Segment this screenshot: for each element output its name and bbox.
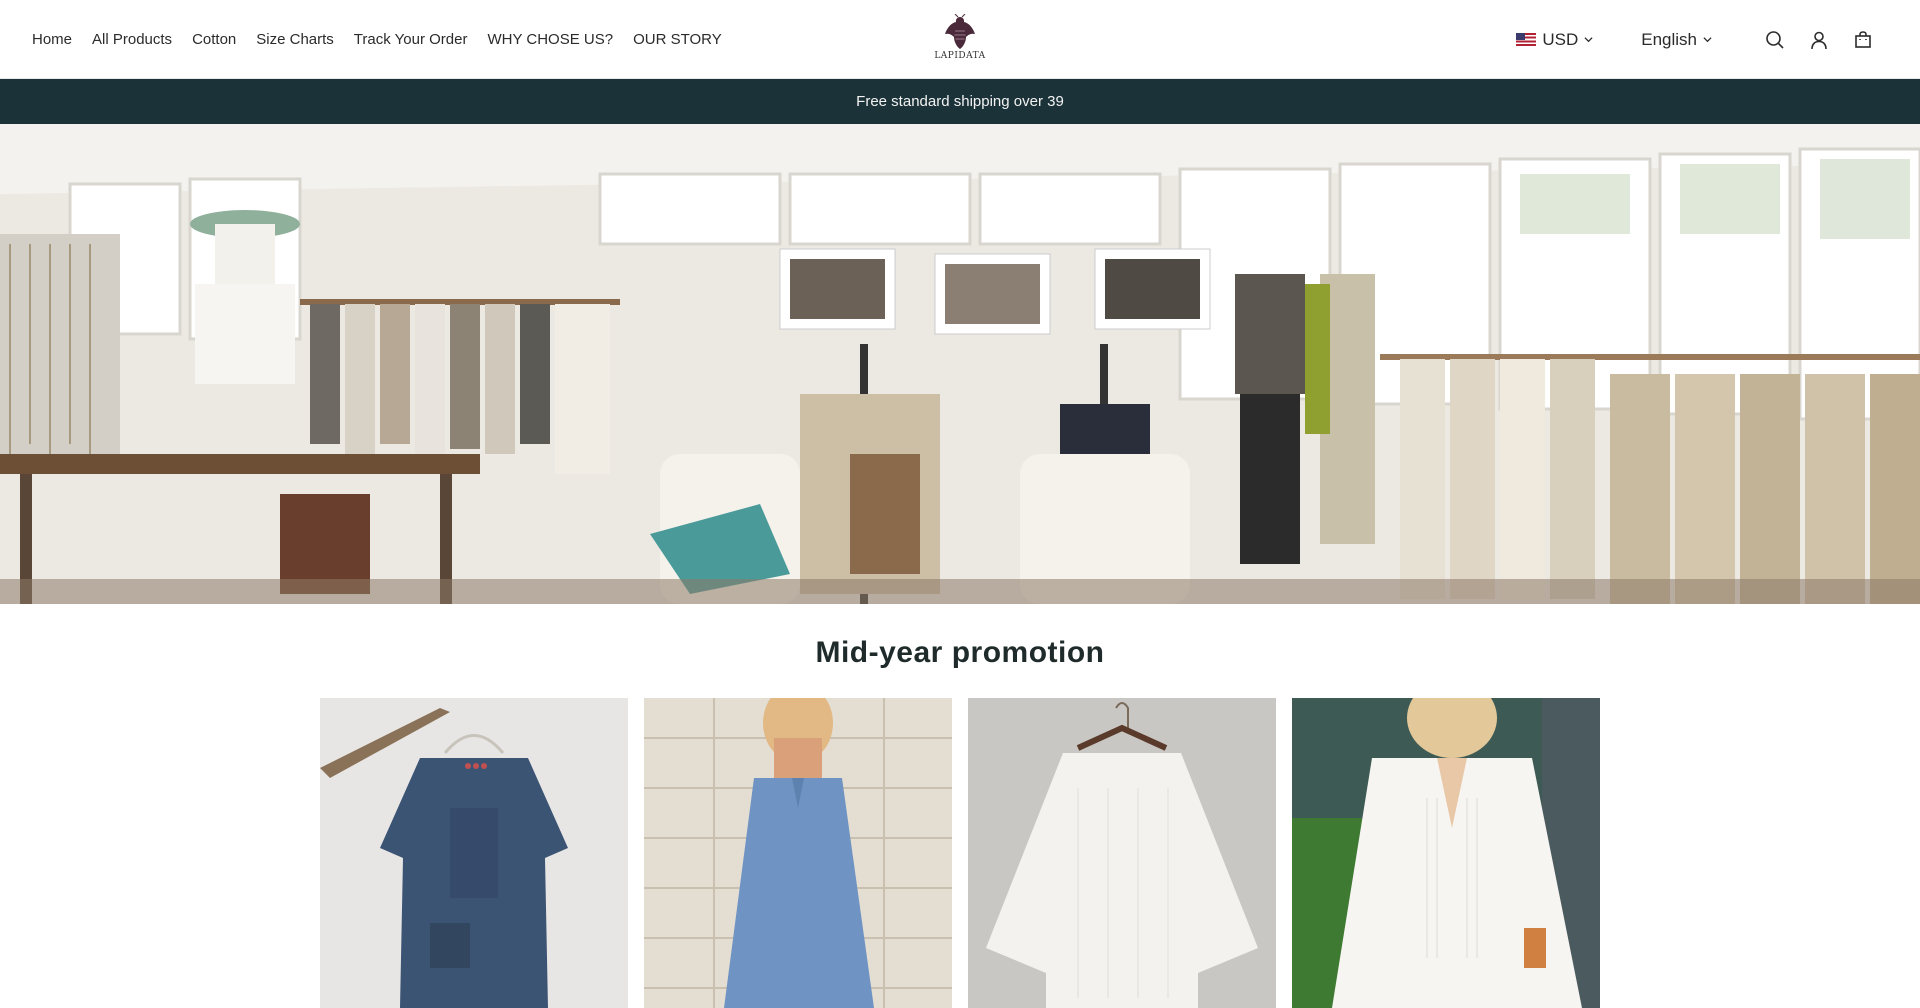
boutique-interior-photo: [0, 124, 1920, 604]
us-flag-icon: [1516, 33, 1537, 46]
nav-track-order[interactable]: Track Your Order: [354, 31, 468, 48]
account-button[interactable]: [1808, 29, 1830, 51]
currency-label: USD: [1542, 29, 1579, 49]
currency-selector[interactable]: USD: [1516, 30, 1593, 50]
bee-logo-icon: [945, 14, 975, 49]
search-button[interactable]: [1764, 29, 1786, 51]
chevron-down-icon: [1584, 37, 1593, 43]
nav-cotton[interactable]: Cotton: [192, 31, 236, 48]
nav-home[interactable]: Home: [32, 31, 72, 48]
promotion-title: Mid-year promotion: [815, 636, 1105, 669]
hero-banner[interactable]: [0, 124, 1920, 604]
site-header: Home All Products Cotton Size Charts Tra…: [0, 0, 1920, 79]
account-icon: [1811, 31, 1827, 49]
search-icon: [1766, 30, 1784, 49]
language-selector[interactable]: English: [1641, 30, 1712, 50]
cart-icon: [1855, 30, 1871, 48]
denim-tunic-dress-photo: [320, 698, 628, 1008]
main-nav: Home All Products Cotton Size Charts Tra…: [32, 0, 722, 79]
brand-logo[interactable]: LAPIDATA: [934, 14, 986, 64]
product-card[interactable]: [1292, 698, 1600, 1008]
nav-all-products[interactable]: All Products: [92, 31, 172, 48]
white-linen-tunic-photo: [1292, 698, 1600, 1008]
nav-our-story[interactable]: OUR STORY: [633, 31, 722, 48]
nav-size-charts[interactable]: Size Charts: [256, 31, 334, 48]
header-tools: USD English: [1516, 0, 1874, 79]
product-card[interactable]: [968, 698, 1276, 1008]
product-grid: [320, 698, 1600, 1008]
cart-button[interactable]: [1852, 29, 1874, 51]
white-gauze-top-photo: [968, 698, 1276, 1008]
chevron-down-icon: [1703, 37, 1712, 43]
announcement-bar: Free standard shipping over 39: [0, 79, 1920, 124]
announcement-text: Free standard shipping over 39: [856, 93, 1064, 110]
nav-why-chose-us[interactable]: WHY CHOSE US?: [487, 31, 613, 48]
product-card[interactable]: [320, 698, 628, 1008]
language-label: English: [1641, 29, 1697, 49]
brand-name: LAPIDATA: [934, 51, 986, 61]
chambray-sleeveless-dress-photo: [644, 698, 952, 1008]
product-card[interactable]: [644, 698, 952, 1008]
